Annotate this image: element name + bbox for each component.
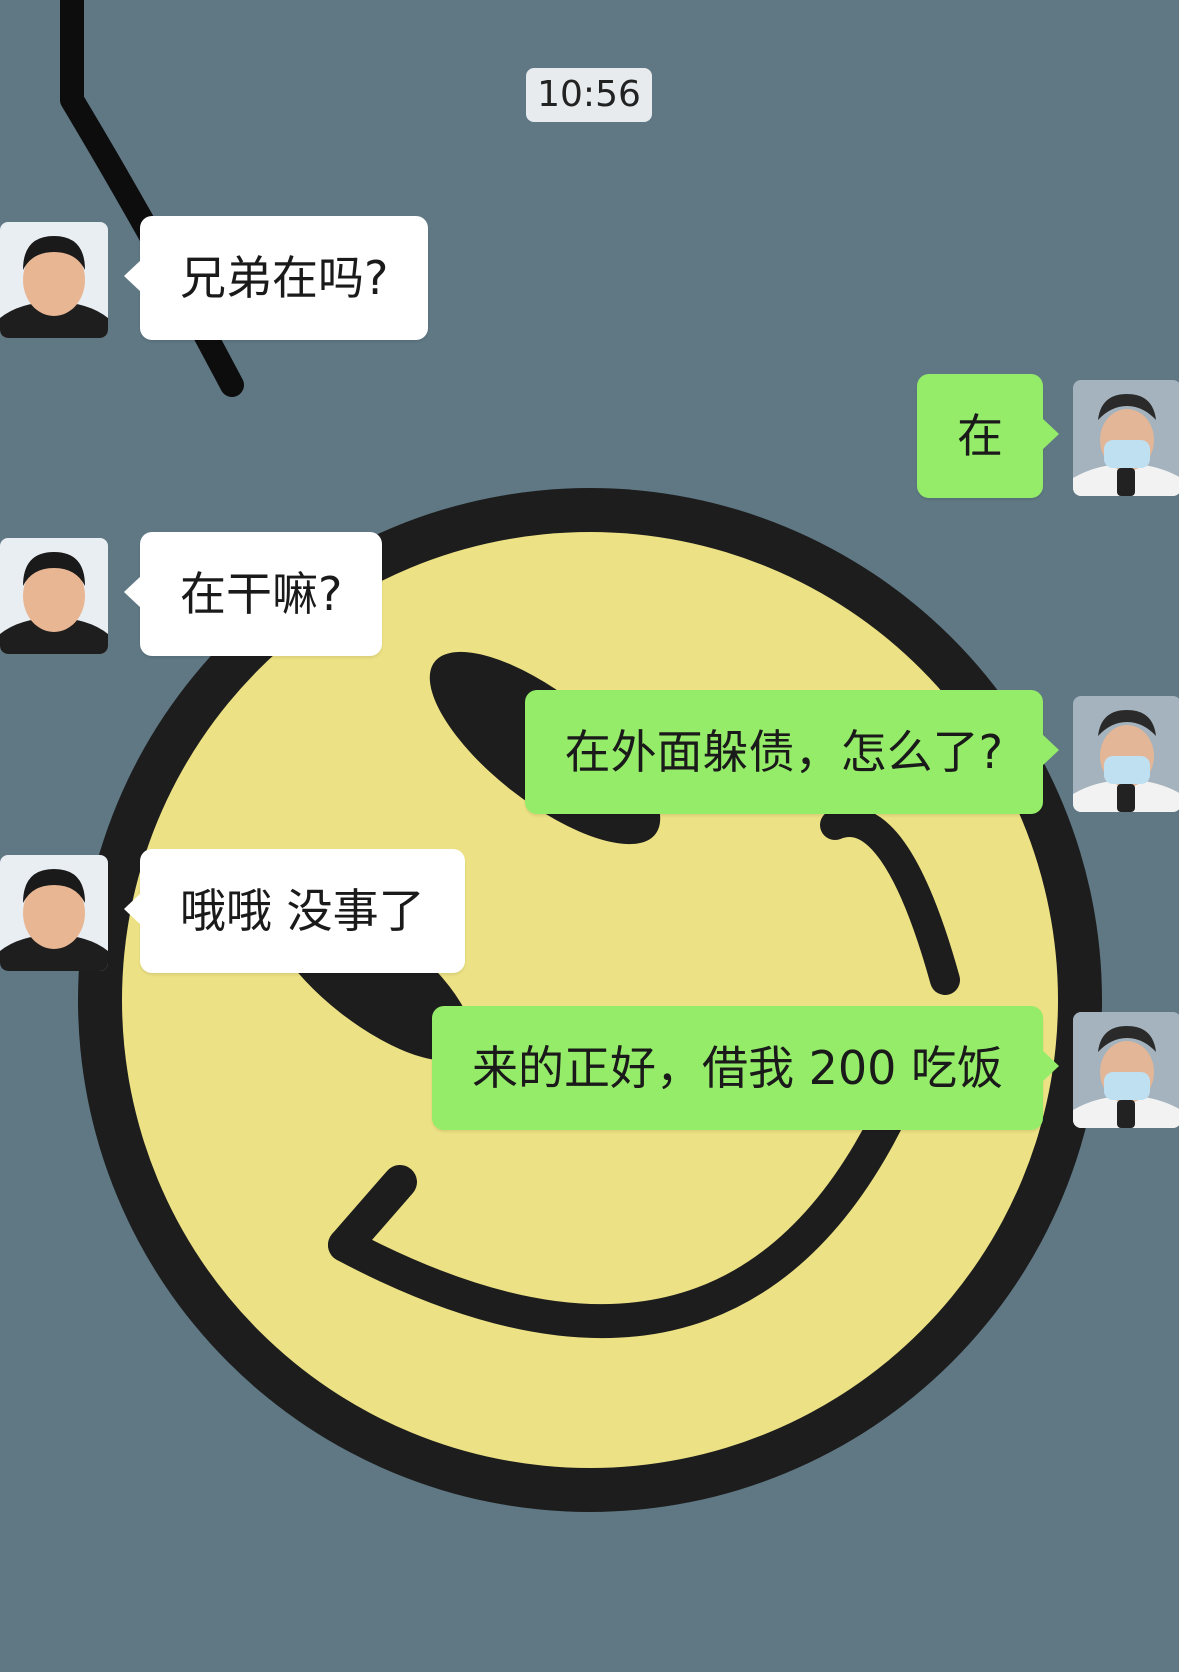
contact-avatar[interactable] xyxy=(0,855,108,971)
incoming-message[interactable]: 哦哦 没事了 xyxy=(124,849,465,973)
contact-avatar[interactable] xyxy=(0,222,108,338)
contact-avatar[interactable] xyxy=(0,538,108,654)
incoming-message[interactable]: 兄弟在吗? xyxy=(123,216,429,340)
self-avatar[interactable] xyxy=(1073,1012,1179,1128)
incoming-message[interactable]: 在干嘛? xyxy=(123,532,383,656)
self-avatar[interactable] xyxy=(1073,696,1179,812)
outgoing-message[interactable]: 在外面躲债，怎么了? xyxy=(524,690,1060,814)
self-avatar[interactable] xyxy=(1073,380,1179,496)
outgoing-message[interactable]: 来的正好，借我 200 吃饭 xyxy=(431,1006,1060,1130)
timestamp-label: 10:56 xyxy=(526,68,652,122)
outgoing-message[interactable]: 在 xyxy=(917,374,1059,498)
